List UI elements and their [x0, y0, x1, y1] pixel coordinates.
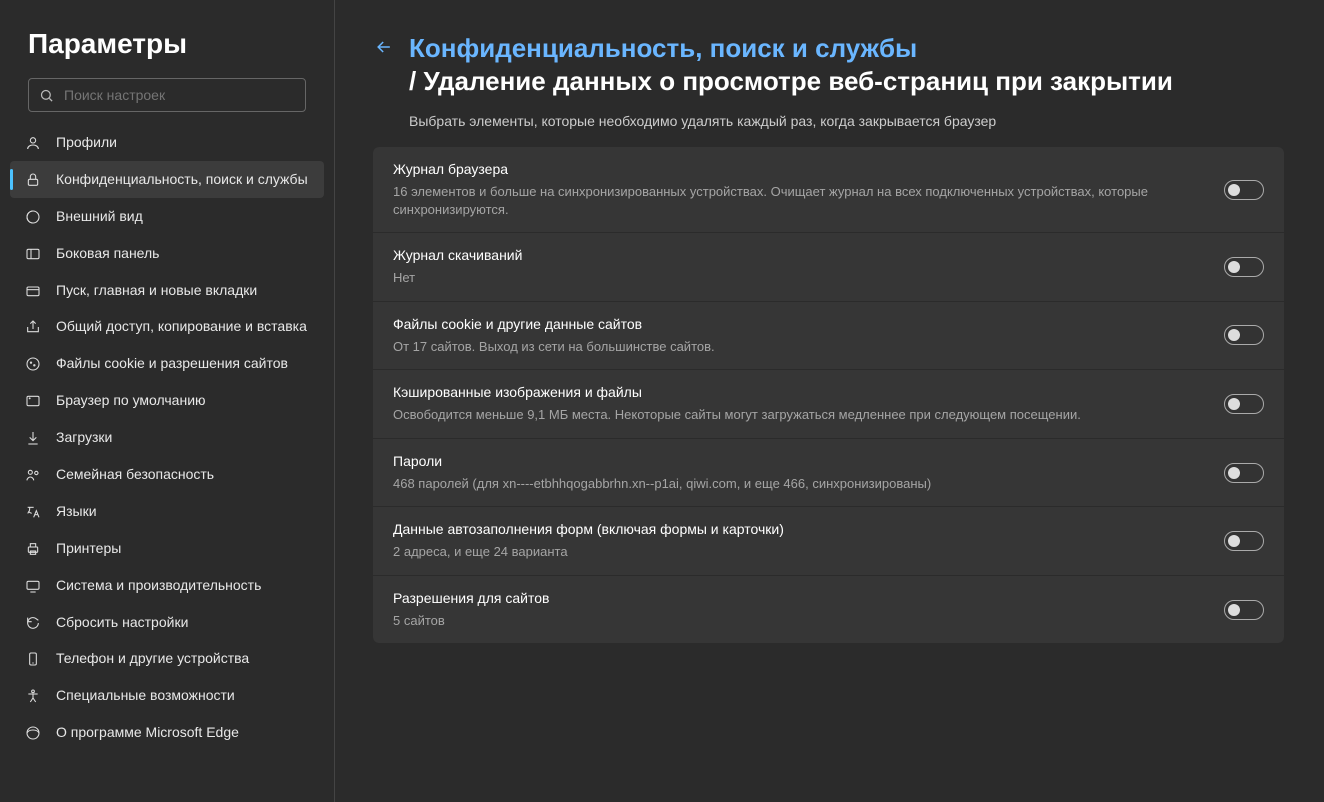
family-icon — [24, 466, 42, 484]
toggle-cookies[interactable] — [1224, 325, 1264, 345]
sidebar-item-label: Телефон и другие устройства — [56, 649, 249, 668]
toggle-site-permissions[interactable] — [1224, 600, 1264, 620]
search-input[interactable] — [64, 87, 295, 103]
cookie-icon — [24, 355, 42, 373]
setting-title: Файлы cookie и другие данные сайтов — [393, 316, 1204, 332]
page-description: Выбрать элементы, которые необходимо уда… — [409, 113, 1284, 129]
back-button[interactable] — [373, 36, 395, 58]
sidebar-item-profiles[interactable]: Профили — [10, 124, 324, 161]
sidebar-item-label: О программе Microsoft Edge — [56, 723, 239, 742]
printer-icon — [24, 540, 42, 558]
sidebar-item-default-browser[interactable]: Браузер по умолчанию — [10, 382, 324, 419]
sidebar-item-label: Браузер по умолчанию — [56, 391, 206, 410]
breadcrumb: Конфиденциальность, поиск и службы / Уда… — [409, 32, 1173, 97]
sidebar-item-label: Языки — [56, 502, 97, 521]
setting-subtitle: 5 сайтов — [393, 612, 1204, 630]
main-content: Конфиденциальность, поиск и службы / Уда… — [335, 0, 1324, 802]
sidebar-item-label: Принтеры — [56, 539, 121, 558]
sidebar-item-languages[interactable]: Языки — [10, 493, 324, 530]
accessibility-icon — [24, 687, 42, 705]
sidebar-item-system[interactable]: Система и производительность — [10, 567, 324, 604]
setting-subtitle: 2 адреса, и еще 24 варианта — [393, 543, 1204, 561]
setting-row-cookies: ✓ Файлы cookie и другие данные сайтов От… — [373, 302, 1284, 371]
setting-subtitle: От 17 сайтов. Выход из сети на большинст… — [393, 338, 1204, 356]
sidebar-item-label: Пуск, главная и новые вкладки — [56, 281, 257, 300]
setting-subtitle: 468 паролей (для xn----etbhhqogabbrhn.xn… — [393, 475, 1204, 493]
download-icon — [24, 429, 42, 447]
search-box[interactable] — [28, 78, 306, 112]
search-icon — [39, 88, 54, 103]
sidebar-nav: Профили Конфиденциальность, поиск и служ… — [0, 124, 334, 751]
profile-icon — [24, 134, 42, 152]
sidebar: Параметры Профили Конфиденциальность, по… — [0, 0, 335, 802]
sidebar-item-label: Специальные возможности — [56, 686, 235, 705]
setting-row-cache: Кэшированные изображения и файлы Освобод… — [373, 370, 1284, 439]
sidebar-item-label: Общий доступ, копирование и вставка — [56, 317, 307, 336]
toggle-passwords[interactable] — [1224, 463, 1264, 483]
setting-row-download-history: Журнал скачиваний Нет — [373, 233, 1284, 302]
setting-title: Разрешения для сайтов — [393, 590, 1204, 606]
lock-icon — [24, 171, 42, 189]
toggle-cache[interactable] — [1224, 394, 1264, 414]
sidebar-item-label: Боковая панель — [56, 244, 159, 263]
setting-row-browsing-history: Журнал браузера 16 элементов и больше на… — [373, 147, 1284, 233]
setting-row-autofill: Данные автозаполнения форм (включая форм… — [373, 507, 1284, 576]
page-header: Конфиденциальность, поиск и службы / Уда… — [373, 32, 1284, 97]
sidebar-item-about[interactable]: О программе Microsoft Edge — [10, 714, 324, 751]
panel-icon — [24, 245, 42, 263]
sidebar-item-phone[interactable]: Телефон и другие устройства — [10, 640, 324, 677]
breadcrumb-current: Удаление данных о просмотре веб-страниц … — [423, 66, 1172, 96]
sidebar-item-appearance[interactable]: Внешний вид — [10, 198, 324, 235]
sidebar-item-label: Внешний вид — [56, 207, 143, 226]
sidebar-item-label: Семейная безопасность — [56, 465, 214, 484]
language-icon — [24, 503, 42, 521]
sidebar-item-label: Система и производительность — [56, 576, 261, 595]
setting-subtitle: 16 элементов и больше на синхронизирован… — [393, 183, 1204, 218]
toggle-download-history[interactable] — [1224, 257, 1264, 277]
sidebar-item-label: Профили — [56, 133, 117, 152]
setting-title: Данные автозаполнения форм (включая форм… — [393, 521, 1204, 537]
toggle-autofill[interactable] — [1224, 531, 1264, 551]
sidebar-item-label: Загрузки — [56, 428, 112, 447]
settings-title: Параметры — [28, 28, 334, 60]
share-icon — [24, 318, 42, 336]
breadcrumb-parent-link[interactable]: Конфиденциальность, поиск и службы — [409, 33, 917, 63]
settings-list: Журнал браузера 16 элементов и больше на… — [373, 147, 1284, 643]
setting-row-passwords: Пароли 468 паролей (для xn----etbhhqogab… — [373, 439, 1284, 508]
appearance-icon — [24, 208, 42, 226]
edge-icon — [24, 724, 42, 742]
sidebar-item-sidebar[interactable]: Боковая панель — [10, 235, 324, 272]
system-icon — [24, 577, 42, 595]
reset-icon — [24, 614, 42, 632]
sidebar-item-share[interactable]: Общий доступ, копирование и вставка — [10, 308, 324, 345]
setting-title: Пароли — [393, 453, 1204, 469]
sidebar-item-accessibility[interactable]: Специальные возможности — [10, 677, 324, 714]
sidebar-item-privacy[interactable]: Конфиденциальность, поиск и службы — [10, 161, 324, 198]
toggle-browsing-history[interactable] — [1224, 180, 1264, 200]
sidebar-item-label: Файлы cookie и разрешения сайтов — [56, 354, 288, 373]
phone-icon — [24, 650, 42, 668]
sidebar-item-printers[interactable]: Принтеры — [10, 530, 324, 567]
sidebar-item-cookies[interactable]: Файлы cookie и разрешения сайтов — [10, 345, 324, 382]
setting-subtitle: Освободится меньше 9,1 МБ места. Некотор… — [393, 406, 1204, 424]
setting-subtitle: Нет — [393, 269, 1204, 287]
breadcrumb-separator: / — [409, 66, 416, 96]
setting-row-site-permissions: Разрешения для сайтов 5 сайтов — [373, 576, 1284, 644]
sidebar-item-label: Сбросить настройки — [56, 613, 188, 632]
setting-title: Журнал скачиваний — [393, 247, 1204, 263]
sidebar-item-start[interactable]: Пуск, главная и новые вкладки — [10, 272, 324, 309]
browser-icon — [24, 392, 42, 410]
sidebar-item-label: Конфиденциальность, поиск и службы — [56, 170, 308, 189]
setting-title: Журнал браузера — [393, 161, 1204, 177]
sidebar-item-reset[interactable]: Сбросить настройки — [10, 604, 324, 641]
setting-title: Кэшированные изображения и файлы — [393, 384, 1204, 400]
sidebar-item-downloads[interactable]: Загрузки — [10, 419, 324, 456]
sidebar-item-family[interactable]: Семейная безопасность — [10, 456, 324, 493]
tabs-icon — [24, 282, 42, 300]
